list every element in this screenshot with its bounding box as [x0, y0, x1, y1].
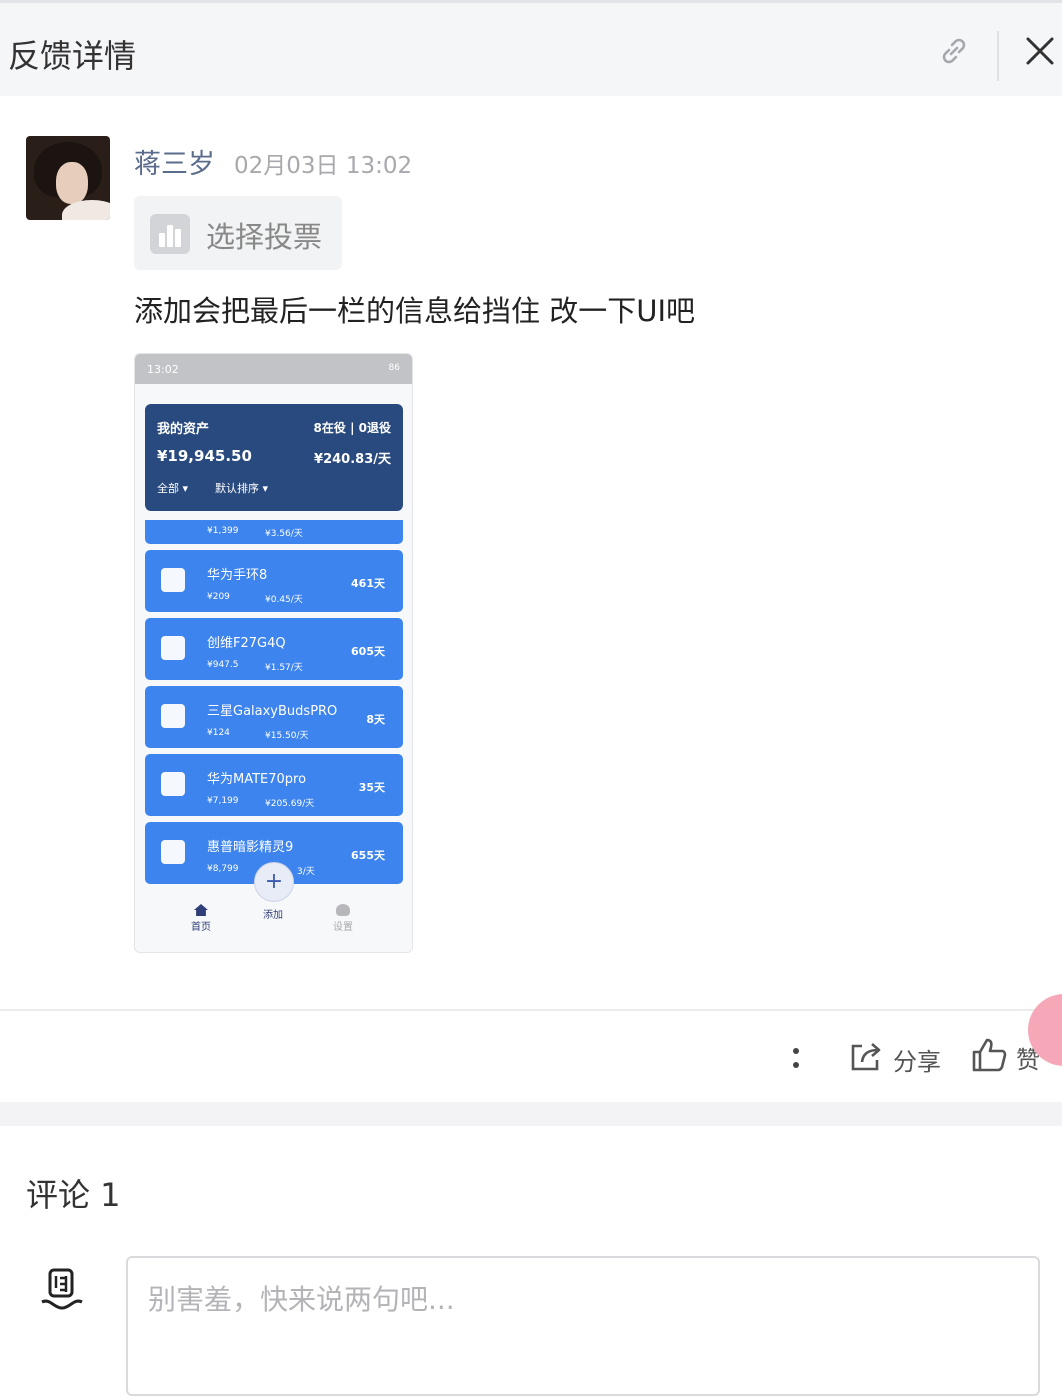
section-separator — [0, 1102, 1062, 1126]
item-price: ¥124 — [207, 728, 230, 738]
item-daily: ¥1.57/天 — [265, 663, 303, 673]
list-item[interactable]: 华为MATE70pro ¥7,199 ¥205.69/天 35天 — [145, 754, 403, 816]
item-days: 8天 — [366, 713, 385, 726]
bar-chart-icon — [150, 214, 190, 254]
vote-button[interactable]: 选择投票 — [134, 196, 342, 270]
header: 反馈详情 — [0, 0, 1062, 96]
list-item[interactable]: 华为手环8 ¥209 ¥0.45/天 461天 — [145, 550, 403, 612]
item-price: ¥7,199 — [207, 796, 239, 806]
watch-icon — [161, 568, 185, 592]
filter-all[interactable]: 全部 ▾ — [157, 480, 188, 496]
daily-cost: ¥240.83/天 — [314, 452, 391, 467]
laptop-icon — [161, 840, 185, 864]
item-price: ¥8,799 — [207, 864, 239, 874]
battery-level: 86 — [388, 363, 400, 373]
add-fab-button[interactable]: + — [254, 862, 294, 902]
attached-screenshot[interactable]: 13:02 86 我的资产 ¥19,945.50 全部 ▾ 默认排序 ▾ 8在役… — [134, 353, 413, 953]
user-avatar-icon[interactable] — [40, 1268, 84, 1314]
headphones-icon — [161, 704, 185, 728]
post-text: 添加会把最后一栏的信息给挡住 改一下UI吧 — [134, 294, 695, 328]
item-name: 三星GalaxyBudsPRO — [207, 704, 338, 719]
item-days: 605天 — [351, 645, 385, 658]
item-daily: ¥205.69/天 — [265, 799, 315, 809]
post-timestamp: 02月03日 13:02 — [234, 153, 413, 179]
list-item: ¥1,399 ¥3.56/天 — [145, 520, 403, 544]
header-divider — [997, 31, 999, 81]
share-icon — [851, 1043, 881, 1071]
nav-settings[interactable]: 设置 — [333, 904, 353, 933]
comments-title: 评论 1 — [26, 1176, 121, 1214]
more-options-icon[interactable] — [788, 1044, 804, 1074]
filter-sort[interactable]: 默认排序 ▾ — [215, 480, 268, 496]
link-icon[interactable] — [936, 33, 972, 69]
item-name: 创维F27G4Q — [207, 636, 286, 651]
item-days: 655天 — [351, 849, 385, 862]
item-price: ¥1,399 — [207, 526, 239, 536]
divider — [0, 1009, 1062, 1011]
phone-icon — [161, 772, 185, 796]
list-item[interactable]: 三星GalaxyBudsPRO ¥124 ¥15.50/天 8天 — [145, 686, 403, 748]
item-name: 华为MATE70pro — [207, 772, 307, 787]
list-item[interactable]: 创维F27G4Q ¥947.5 ¥1.57/天 605天 — [145, 618, 403, 680]
item-days: 461天 — [351, 577, 385, 590]
status-bar: 13:02 86 — [135, 354, 412, 384]
item-price: ¥209 — [207, 592, 230, 602]
item-daily: 3/天 — [297, 867, 315, 877]
thumbs-up-icon — [972, 1038, 1007, 1072]
assets-card: 我的资产 ¥19,945.50 全部 ▾ 默认排序 ▾ 8在役 | 0退役 ¥2… — [145, 404, 403, 511]
item-daily: ¥15.50/天 — [265, 731, 309, 741]
nav-home[interactable]: 首页 — [191, 904, 211, 933]
nav-add[interactable]: 添加 — [263, 906, 283, 921]
vote-label: 选择投票 — [206, 220, 323, 254]
avatar[interactable] — [26, 136, 110, 220]
comment-input[interactable]: 别害羞，快来说两句吧... — [126, 1256, 1040, 1396]
monitor-icon — [161, 636, 185, 660]
comment-placeholder: 别害羞，快来说两句吧... — [148, 1283, 455, 1316]
assets-title: 我的资产 — [157, 422, 210, 437]
person-icon — [336, 904, 350, 916]
service-count: 8在役 | 0退役 — [313, 421, 391, 435]
share-label: 分享 — [893, 1048, 941, 1076]
item-price: ¥947.5 — [207, 660, 239, 670]
item-days: 35天 — [358, 781, 385, 794]
home-icon — [194, 904, 208, 916]
username[interactable]: 蒋三岁 — [134, 142, 215, 181]
close-icon[interactable] — [1024, 35, 1056, 67]
status-time: 13:02 — [147, 363, 179, 376]
assets-total: ¥19,945.50 — [157, 447, 252, 465]
item-name: 华为手环8 — [207, 568, 268, 583]
item-name: 惠普暗影精灵9 — [207, 840, 294, 855]
item-daily: ¥0.45/天 — [265, 595, 303, 605]
page-title: 反馈详情 — [8, 37, 137, 75]
item-daily: ¥3.56/天 — [265, 529, 303, 539]
